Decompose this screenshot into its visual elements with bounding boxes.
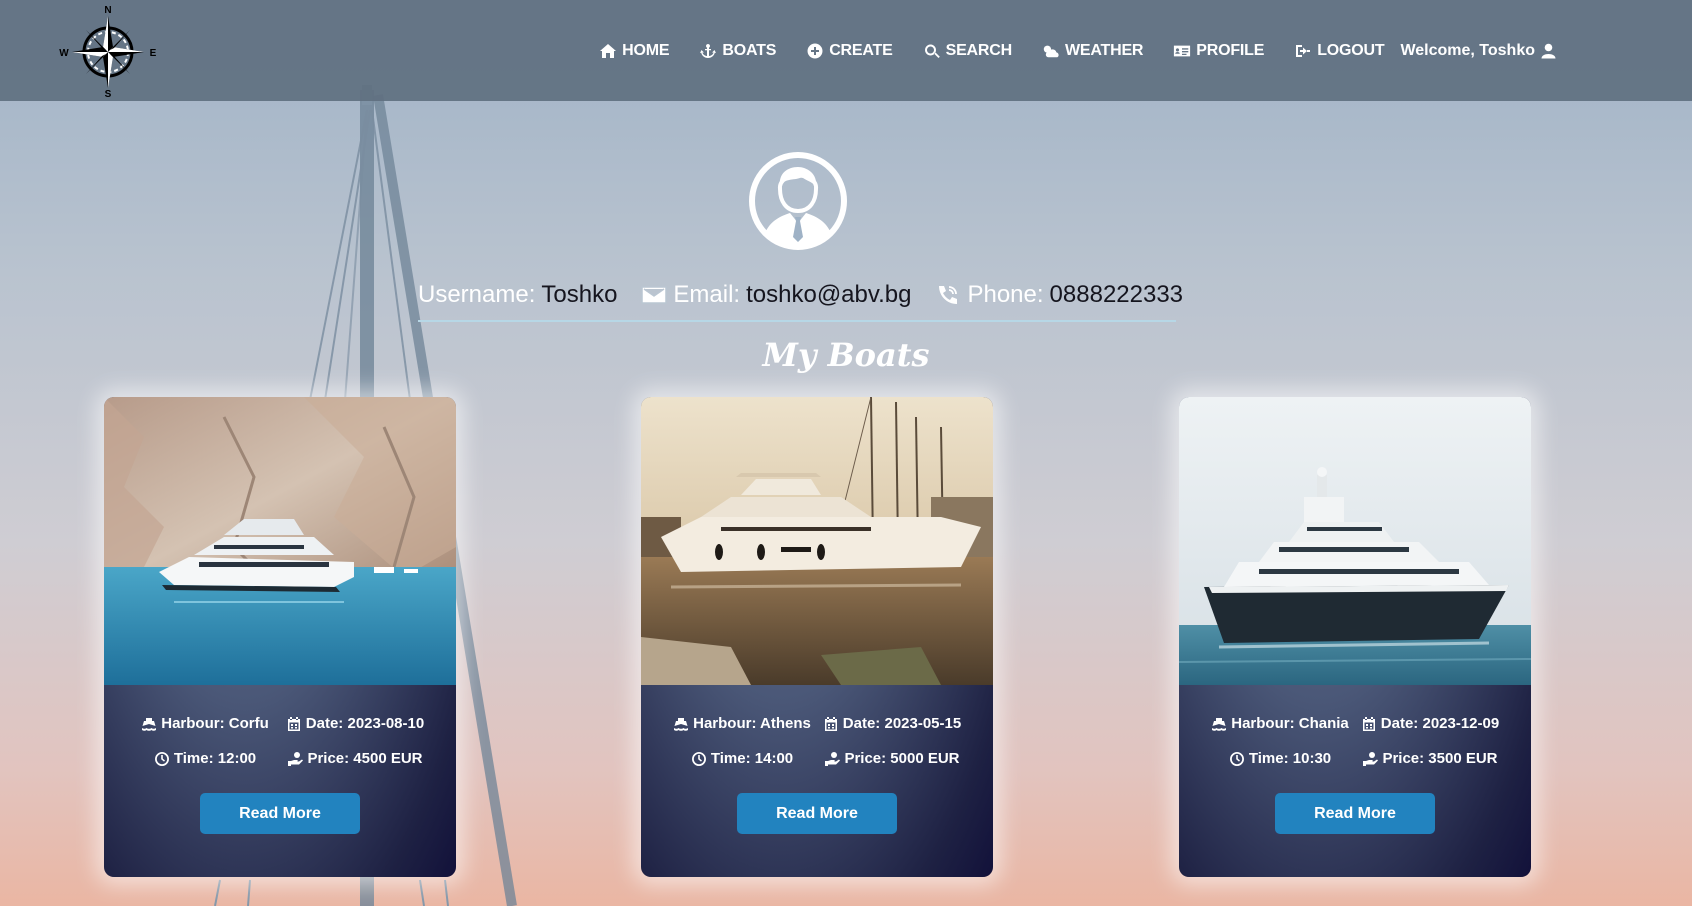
- time-text: Time: 14:00: [710, 750, 794, 767]
- my-boats-title: My Boats: [762, 336, 930, 374]
- boat-card: Harbour: Athens Date: 2023-05-15 Time: 1…: [641, 397, 993, 877]
- anchor-icon: [700, 43, 717, 58]
- username-label: Username:: [418, 281, 536, 308]
- nav-create-link[interactable]: CREATE: [806, 41, 893, 60]
- date-text: Date: 2023-12-09: [1380, 715, 1500, 732]
- email-value: toshko@abv.bg: [746, 281, 912, 308]
- svg-text:W: W: [59, 48, 69, 59]
- boat-card: Harbour: Corfu Date: 2023-08-10 Time: 12…: [104, 397, 456, 877]
- harbour-text: Harbour: Corfu: [161, 715, 269, 732]
- ship-icon: [142, 717, 157, 731]
- boat-details: Harbour: Chania Date: 2023-12-09 Time: 1…: [1179, 685, 1531, 767]
- phone-group: Phone: 0888222333: [935, 281, 1183, 309]
- nav-profile-link[interactable]: PROFILE: [1173, 42, 1264, 60]
- nav-weather-label: WEATHER: [1064, 41, 1144, 59]
- user-icon: [1541, 43, 1556, 58]
- svg-text:N: N: [104, 5, 111, 16]
- nav-weather-link[interactable]: WEATHER: [1042, 42, 1143, 60]
- price-text: Price: 5000 EUR: [844, 750, 960, 767]
- profile-avatar-icon: [749, 152, 847, 250]
- boat-details: Harbour: Athens Date: 2023-05-15 Time: 1…: [641, 685, 993, 767]
- ship-icon: [674, 717, 689, 731]
- price-detail: Price: 4500 EUR: [280, 750, 430, 767]
- ship-icon: [1212, 717, 1227, 731]
- read-more-button[interactable]: Read More: [737, 793, 897, 834]
- username-group: Username: Toshko: [418, 281, 617, 309]
- harbour-text: Harbour: Chania: [1231, 715, 1349, 732]
- logout-icon: [1296, 44, 1311, 57]
- nav-logout-link[interactable]: LOGOUT: [1294, 41, 1385, 60]
- time-text: Time: 12:00: [173, 750, 257, 767]
- price-text: Price: 4500 EUR: [307, 750, 423, 767]
- date-text: Date: 2023-08-10: [305, 715, 425, 732]
- phone-icon: [939, 286, 958, 304]
- nav-profile-label: PROFILE: [1196, 41, 1265, 59]
- time-detail: Time: 10:30: [1205, 750, 1355, 767]
- welcome-text: Welcome, Toshko: [1400, 41, 1535, 59]
- svg-text:E: E: [150, 48, 157, 59]
- compass-logo-icon[interactable]: N S E W: [58, 4, 158, 98]
- boat-image[interactable]: [104, 397, 456, 685]
- nav-boats-link[interactable]: BOATS: [699, 42, 776, 60]
- harbour-detail: Harbour: Athens: [667, 715, 817, 732]
- calendar-icon: [287, 716, 300, 731]
- nav-search-label: SEARCH: [945, 41, 1013, 59]
- boat-card: Harbour: Chania Date: 2023-12-09 Time: 1…: [1179, 397, 1531, 877]
- clock-icon: [691, 751, 706, 766]
- nav-search-link[interactable]: SEARCH: [923, 42, 1012, 60]
- envelope-icon: [641, 286, 668, 304]
- nav-home-label: HOME: [622, 41, 670, 59]
- yacht-harbour-image: [641, 397, 993, 685]
- navbar: N S E W HOME BOATS CREATE SEARCH WEATHER…: [0, 0, 1692, 101]
- harbour-detail: Harbour: Corfu: [130, 715, 280, 732]
- harbour-text: Harbour: Athens: [693, 715, 811, 732]
- yacht-cliff-image: [104, 397, 456, 685]
- home-icon: [600, 43, 617, 58]
- clock-icon: [154, 751, 169, 766]
- phone-value: 0888222333: [1049, 281, 1184, 308]
- hand-coin-icon: [1363, 751, 1379, 766]
- boat-details: Harbour: Corfu Date: 2023-08-10 Time: 12…: [104, 685, 456, 767]
- svg-text:S: S: [105, 89, 112, 98]
- hand-coin-icon: [288, 751, 304, 766]
- boat-image[interactable]: [641, 397, 993, 685]
- nav-logout-label: LOGOUT: [1317, 41, 1385, 59]
- read-more-button[interactable]: Read More: [200, 793, 360, 834]
- time-text: Time: 10:30: [1248, 750, 1332, 767]
- price-detail: Price: 5000 EUR: [817, 750, 967, 767]
- nav-links: HOME BOATS CREATE SEARCH WEATHER PROFILE…: [569, 0, 1556, 101]
- date-detail: Date: 2023-12-09: [1355, 715, 1505, 732]
- date-detail: Date: 2023-08-10: [280, 715, 430, 732]
- calendar-icon: [1362, 716, 1375, 731]
- hand-coin-icon: [825, 751, 841, 766]
- date-detail: Date: 2023-05-15: [817, 715, 967, 732]
- read-more-button[interactable]: Read More: [1275, 793, 1435, 834]
- search-icon: [924, 44, 940, 58]
- id-card-icon: [1174, 45, 1191, 56]
- welcome-user[interactable]: Welcome, Toshko: [1400, 42, 1556, 60]
- email-label: Email:: [673, 281, 741, 308]
- nav-home-link[interactable]: HOME: [599, 41, 670, 60]
- clock-icon: [1229, 751, 1244, 766]
- price-text: Price: 3500 EUR: [1382, 750, 1498, 767]
- boat-image[interactable]: [1179, 397, 1531, 685]
- time-detail: Time: 14:00: [667, 750, 817, 767]
- price-detail: Price: 3500 EUR: [1355, 750, 1505, 767]
- nav-create-label: CREATE: [829, 41, 893, 59]
- username-value: Toshko: [541, 281, 618, 308]
- date-text: Date: 2023-05-15: [842, 715, 962, 732]
- profile-info: Username: Toshko Email: toshko@abv.bg Ph…: [418, 276, 1183, 322]
- time-detail: Time: 12:00: [130, 750, 280, 767]
- calendar-icon: [824, 716, 837, 731]
- phone-label: Phone:: [967, 281, 1044, 308]
- plus-circle-icon: [807, 43, 823, 58]
- nav-boats-label: BOATS: [722, 41, 777, 59]
- email-group: Email: toshko@abv.bg: [641, 281, 911, 309]
- harbour-detail: Harbour: Chania: [1205, 715, 1355, 732]
- cloud-sun-icon: [1043, 45, 1059, 57]
- superyacht-sea-image: [1179, 397, 1531, 685]
